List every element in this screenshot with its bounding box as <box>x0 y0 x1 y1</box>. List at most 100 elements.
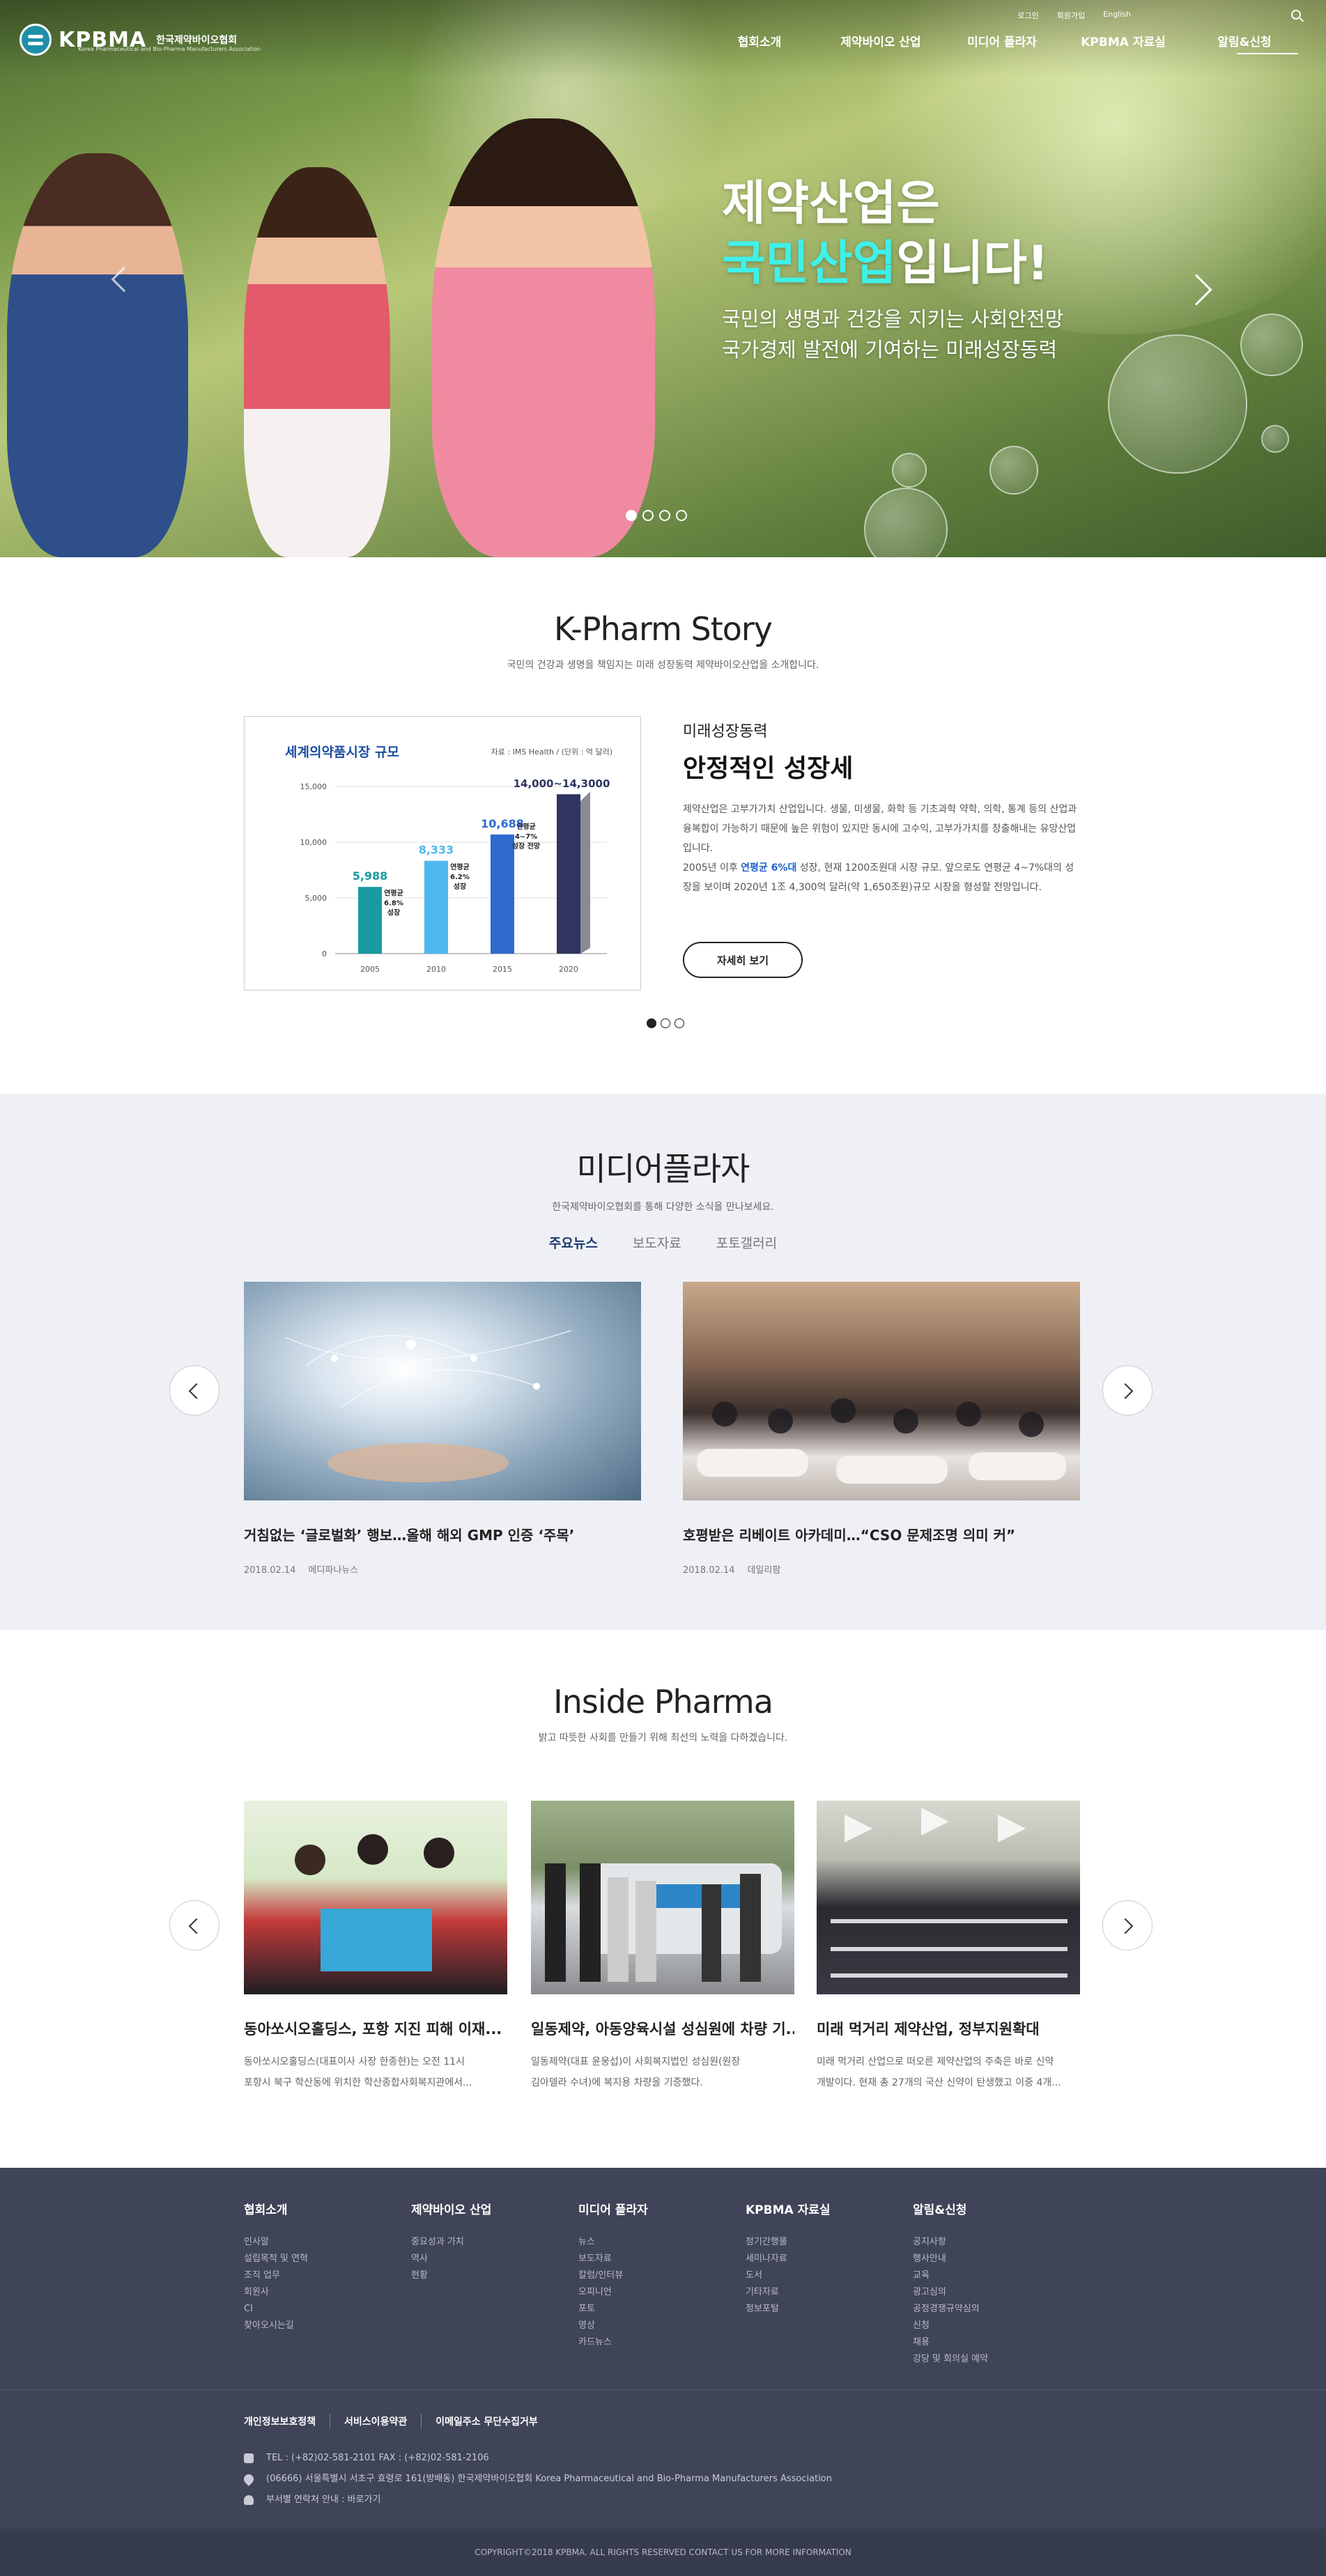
story-text-fragment: 2005년 이후 <box>683 862 741 874</box>
footer-divider <box>0 2389 1326 2390</box>
hero-desc-line2: 국가경제 발전에 기여하는 미래성장동력 <box>722 338 1058 362</box>
footer-link[interactable]: 칼럼/인터뷰 <box>578 2267 746 2284</box>
search-icon[interactable] <box>1291 10 1301 20</box>
footer-link[interactable]: 강당 및 회의실 예약 <box>913 2351 1080 2368</box>
chart-plot: 15,00010,0005,00005,9882005연평균6.8%성장8,33… <box>300 777 610 974</box>
inside-card[interactable]: 일동제약, 아동양육시설 성심원에 차량 기... 일동제약(대표 윤웅섭)이 … <box>531 1801 794 2093</box>
slide-dot[interactable] <box>647 1018 656 1028</box>
story-headline: 안정적인 성장세 <box>683 754 854 783</box>
inside-card[interactable]: 동아쏘시오홀딩스, 포항 지진 피해 이재... 동아쏘시오홀딩스(대표이사 사… <box>244 1801 507 2093</box>
tab-main-news[interactable]: 주요뉴스 <box>549 1233 598 1252</box>
hero-highlight: 국민산업 <box>722 236 897 291</box>
nav-notice[interactable]: 알림&신청 <box>1184 32 1305 49</box>
news-source: 메디파나뉴스 <box>308 1565 359 1576</box>
logo[interactable]: KPBMA 한국제약바이오협회 Korea Pharmaceutical and… <box>20 24 261 56</box>
prev-arrow-button[interactable] <box>169 1365 219 1415</box>
footer-link[interactable]: 행사안내 <box>913 2251 1080 2267</box>
footer-column-heading[interactable]: 협회소개 <box>244 2200 411 2217</box>
footer-link[interactable]: 공정경쟁규약심의 <box>913 2301 1080 2318</box>
footer-link[interactable]: 회원사 <box>244 2284 411 2301</box>
prev-arrow-button[interactable] <box>169 1900 219 1950</box>
footer-info: TEL : (+82)02-581-2101 FAX : (+82)02-581… <box>242 2448 832 2511</box>
news-card[interactable]: 호평받은 리베이트 아카데미…“CSO 문제조명 의미 커” 2018.02.1… <box>683 1282 1080 1576</box>
footer-link[interactable]: CI <box>244 2301 411 2318</box>
footer-link[interactable]: 인사말 <box>244 2234 411 2251</box>
more-button[interactable]: 자세히 보기 <box>683 942 803 978</box>
main-nav: 협회소개 제약바이오 산업 미디어 플라자 KPBMA 자료실 알림&신청 <box>699 32 1305 49</box>
footer-link[interactable]: 조직 업무 <box>244 2267 411 2284</box>
footer-link[interactable]: 뉴스 <box>578 2234 746 2251</box>
y-tick-label: 15,000 <box>300 782 327 791</box>
footer-link[interactable]: 채용 <box>913 2334 1080 2351</box>
bar <box>557 794 580 954</box>
nav-media[interactable]: 미디어 플라자 <box>941 32 1063 49</box>
footer-tel: TEL : (+82)02-581-2101 FAX : (+82)02-581… <box>266 2453 489 2463</box>
slide-dot[interactable] <box>676 510 687 521</box>
growth-label: 6.2% <box>450 874 470 881</box>
footer-column-heading[interactable]: 알림&신청 <box>913 2200 1080 2217</box>
inside-title: 동아쏘시오홀딩스, 포항 지진 피해 이재... <box>244 2021 502 2038</box>
footer-link[interactable]: 영상 <box>578 2318 746 2334</box>
next-arrow-button[interactable] <box>1102 1900 1152 1950</box>
bubble <box>864 488 948 557</box>
nav-industry[interactable]: 제약바이오 산업 <box>820 32 941 49</box>
footer-link[interactable]: 설립목적 및 연혁 <box>244 2251 411 2267</box>
bubble <box>1261 425 1289 453</box>
terms-link[interactable]: 서비스이용약관 <box>330 2414 422 2428</box>
news-source: 데일리팜 <box>747 1565 781 1576</box>
footer-link[interactable]: 포토 <box>578 2301 746 2318</box>
footer-link[interactable]: 중요성과 가치 <box>411 2234 578 2251</box>
footer-link[interactable]: 보도자료 <box>578 2251 746 2267</box>
footer-link[interactable]: 세미나자료 <box>746 2251 913 2267</box>
news-meta: 2018.02.14 메디파나뉴스 <box>244 1562 641 1576</box>
growth-label: 성장 <box>387 908 401 917</box>
nav-archive[interactable]: KPBMA 자료실 <box>1063 32 1184 49</box>
footer-link[interactable]: 공지사항 <box>913 2234 1080 2251</box>
logo-subtitle: 한국제약바이오협회 <box>156 35 238 46</box>
footer-link[interactable]: 오피니언 <box>578 2284 746 2301</box>
slide-dot[interactable] <box>626 510 637 521</box>
news-image <box>244 1282 641 1500</box>
slide-dot[interactable] <box>659 510 670 521</box>
nav-about[interactable]: 협회소개 <box>699 32 820 49</box>
inside-card[interactable]: 미래 먹거리 제약산업, 정부지원확대 미래 먹거리 산업으로 떠오른 제약산업… <box>817 1801 1080 2093</box>
footer-column-heading[interactable]: 미디어 플라자 <box>578 2200 746 2217</box>
inside-image <box>244 1801 507 1994</box>
footer-link[interactable]: 교육 <box>913 2267 1080 2284</box>
footer-column-heading[interactable]: 제약바이오 산업 <box>411 2200 578 2217</box>
next-arrow-button[interactable] <box>1102 1365 1152 1415</box>
english-link[interactable]: English <box>1103 10 1131 21</box>
slide-dot[interactable] <box>661 1018 670 1028</box>
footer-link[interactable]: 기타자료 <box>746 2284 913 2301</box>
tab-gallery[interactable]: 포토갤러리 <box>716 1233 777 1252</box>
y-tick-label: 5,000 <box>305 894 327 903</box>
logo-icon <box>20 24 52 56</box>
footer-column-heading[interactable]: KPBMA 자료실 <box>746 2200 913 2217</box>
footer-link[interactable]: 카드뉴스 <box>578 2334 746 2351</box>
footer-link[interactable]: 현황 <box>411 2267 578 2284</box>
x-tick-label: 2020 <box>559 965 578 974</box>
footer-link[interactable]: 정기간행물 <box>746 2234 913 2251</box>
footer-contact[interactable]: 부서별 연락처 안내 : 바로가기 <box>266 2490 380 2511</box>
slide-dot[interactable] <box>642 510 654 521</box>
inside-desc-line: 미래 먹거리 산업으로 떠오른 제약산업의 주축은 바로 신약 <box>817 2056 1054 2067</box>
footer-link[interactable]: 도서 <box>746 2267 913 2284</box>
inside-desc: 일동제약(대표 윤웅섭)이 사회복지법인 성심원(원장 김아델라 수녀)에 복지용… <box>531 2051 794 2093</box>
login-link[interactable]: 로그인 <box>1017 10 1038 21</box>
utility-menu: 로그인 회원가입 English <box>1017 10 1131 21</box>
tab-press[interactable]: 보도자료 <box>633 1233 681 1252</box>
footer-link[interactable]: 정보포털 <box>746 2301 913 2318</box>
email-policy-link[interactable]: 이메일주소 무단수집거부 <box>422 2414 552 2428</box>
slide-dot[interactable] <box>674 1018 684 1028</box>
footer-link[interactable]: 신청 <box>913 2318 1080 2334</box>
footer-link[interactable]: 광고심의 <box>913 2284 1080 2301</box>
donation-graphic <box>295 1834 454 1971</box>
footer-link[interactable]: 역사 <box>411 2251 578 2267</box>
news-card[interactable]: 거침없는 ‘글로벌화’ 행보…올해 해외 GMP 인증 ‘주목’ 2018.02… <box>244 1282 641 1576</box>
privacy-link[interactable]: 개인정보보호정책 <box>244 2414 331 2428</box>
signup-link[interactable]: 회원가입 <box>1057 10 1085 21</box>
media-plaza-section: 미디어플라자 한국제약바이오협회를 통해 다양한 소식을 만나보세요. 주요뉴스… <box>0 1094 1326 1630</box>
story-text: 미래성장동력 안정적인 성장세 제약산업은 고부가가치 산업입니다. 생물, 미… <box>683 719 1080 978</box>
footer-link[interactable]: 찾아오시는길 <box>244 2318 411 2334</box>
conference-graphic <box>831 1808 1067 1978</box>
